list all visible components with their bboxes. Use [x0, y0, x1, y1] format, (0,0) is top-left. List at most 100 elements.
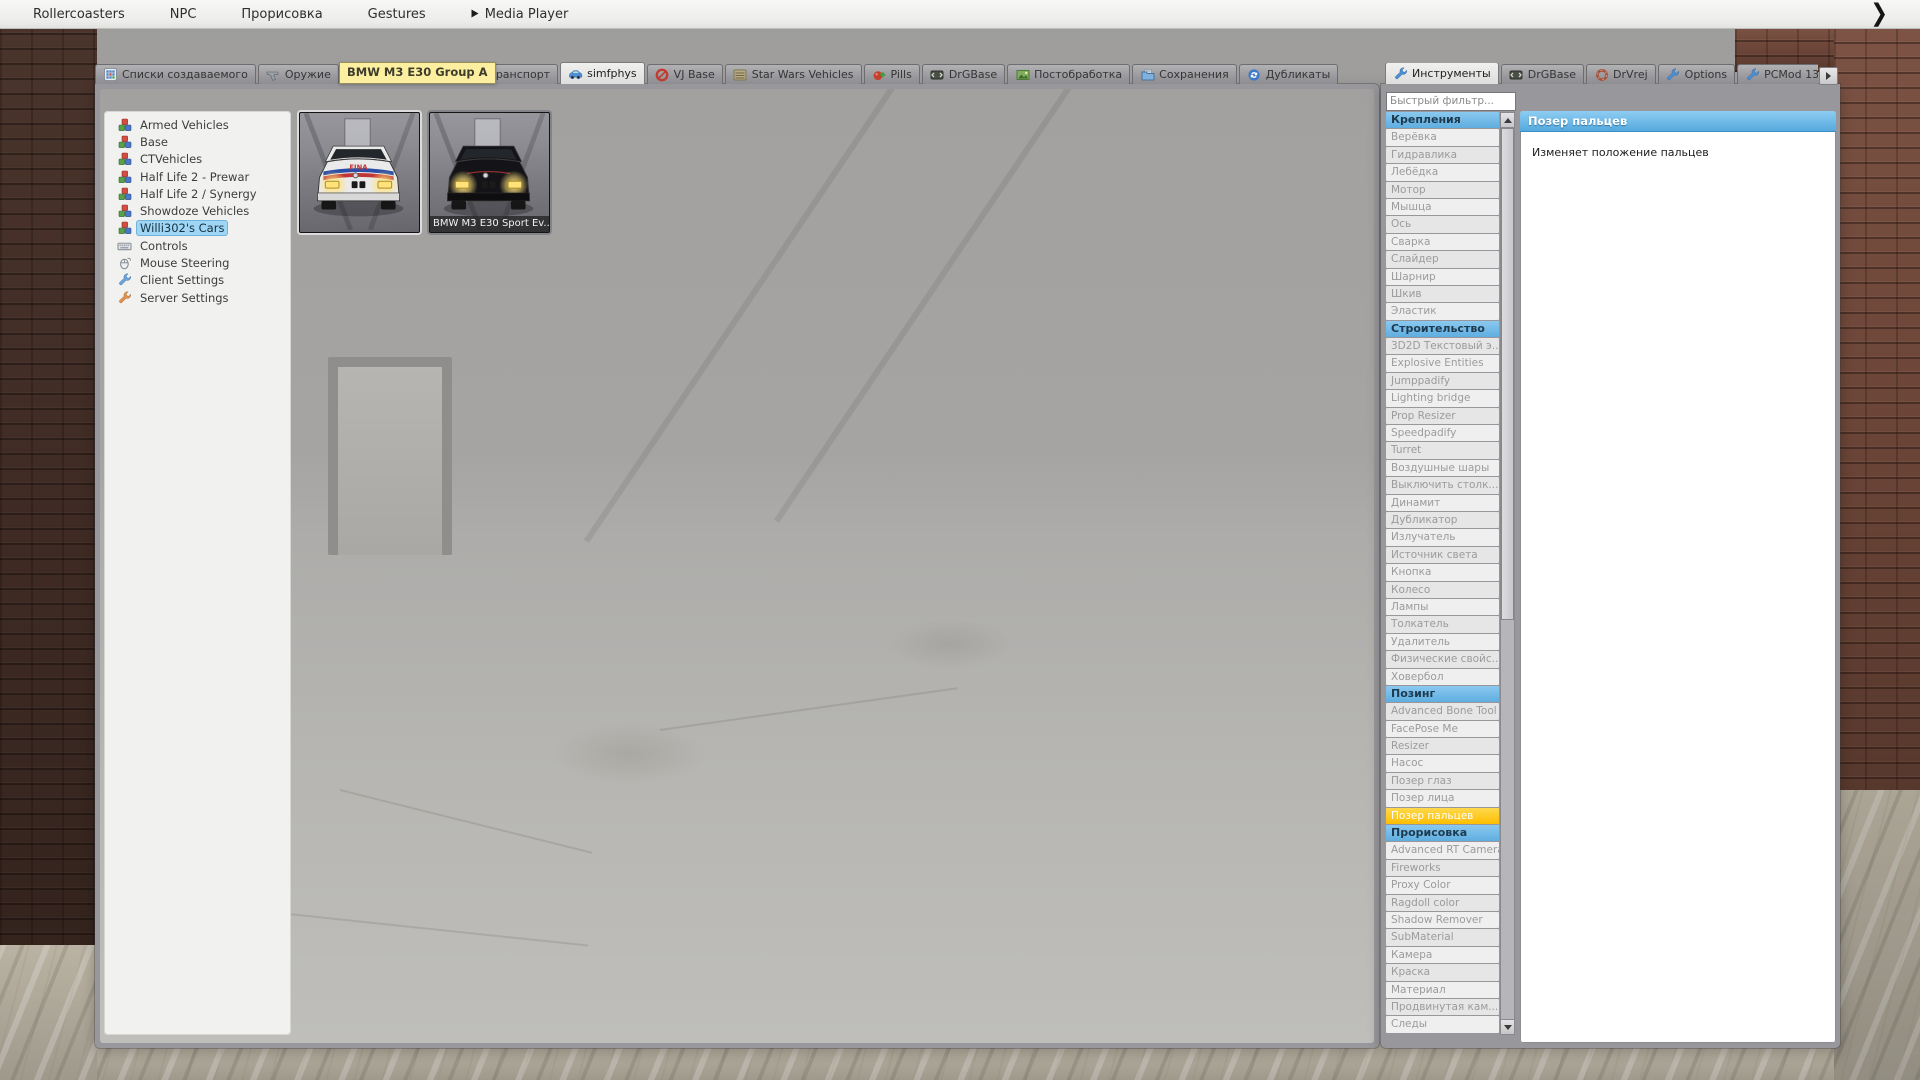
tool-item-advanced-bone-tool[interactable]: Advanced Bone Tool [1386, 703, 1499, 719]
chevron-right-icon[interactable]: ❯ [1870, 0, 1888, 27]
menubar-item-rollercoasters[interactable]: Rollercoasters [33, 7, 125, 22]
sidebar-item-mouse-steering[interactable]: Mouse Steering [108, 254, 287, 271]
tab-scroll-right-button[interactable] [1819, 67, 1838, 85]
tool-item-lighting-bridge[interactable]: Lighting bridge [1386, 390, 1499, 406]
tool-item-turret[interactable]: Turret [1386, 442, 1499, 458]
tool-item-кнопка[interactable]: Кнопка [1386, 564, 1499, 580]
tool-item-краска[interactable]: Краска [1386, 964, 1499, 980]
menubar-item-gestures[interactable]: Gestures [368, 7, 426, 22]
tool-filter-input[interactable] [1386, 92, 1516, 111]
tool-item-prop-resizer[interactable]: Prop Resizer [1386, 408, 1499, 424]
tool-item-resizer[interactable]: Resizer [1386, 738, 1499, 754]
tab-постобработка[interactable]: Постобработка [1007, 64, 1130, 84]
sidebar-item-controls[interactable]: Controls [108, 237, 287, 254]
tool-item-позер-пальцев[interactable]: Позер пальцев [1386, 808, 1499, 824]
tab-options[interactable]: Options [1658, 64, 1735, 84]
tab-инструменты[interactable]: Инструменты [1385, 63, 1499, 84]
tool-item-proxy-color[interactable]: Proxy Color [1386, 877, 1499, 893]
tool-item-источник-света[interactable]: Источник света [1386, 547, 1499, 563]
tab-дубликаты[interactable]: Дубликаты [1239, 64, 1339, 84]
tool-item-воздушные-шары[interactable]: Воздушные шары [1386, 460, 1499, 476]
tool-item-jumppadify[interactable]: Jumppadify [1386, 373, 1499, 389]
tool-item-позер-лица[interactable]: Позер лица [1386, 790, 1499, 806]
tool-item-выключить-столк[interactable]: Выключить столк... [1386, 477, 1499, 493]
tool-item-материал[interactable]: Материал [1386, 982, 1499, 998]
tab-сохранения[interactable]: Сохранения [1132, 64, 1237, 84]
tool-item-шарнир[interactable]: Шарнир [1386, 269, 1499, 285]
tool-category-крепления[interactable]: Крепления [1386, 112, 1499, 128]
tool-item-позер-глаз[interactable]: Позер глаз [1386, 773, 1499, 789]
sidebar-item-label: Client Settings [137, 273, 227, 287]
tool-item-шкив[interactable]: Шкив [1386, 286, 1499, 302]
tool-item-гидравлика[interactable]: Гидравлика [1386, 147, 1499, 163]
tool-item-fireworks[interactable]: Fireworks [1386, 860, 1499, 876]
tool-item-толкатель[interactable]: Толкатель [1386, 616, 1499, 632]
spawn-icon-bmw-white[interactable]: FINA [299, 112, 420, 233]
tool-item-speedpadify[interactable]: Speedpadify [1386, 425, 1499, 441]
scrollbar-thumb[interactable] [1501, 128, 1514, 620]
tool-category-прорисовка[interactable]: Прорисовка [1386, 825, 1499, 841]
tool-category-позинг[interactable]: Позинг [1386, 686, 1499, 702]
tool-item-ховербол[interactable]: Ховербол [1386, 669, 1499, 685]
dupes-icon [1247, 68, 1262, 82]
menubar-item-npc[interactable]: NPC [170, 7, 197, 22]
sidebar-item-server-settings[interactable]: Server Settings [108, 289, 287, 306]
menubar-item-label: Прорисовка [241, 7, 322, 22]
tool-item-мотор[interactable]: Мотор [1386, 182, 1499, 198]
tool-item-колесо[interactable]: Колесо [1386, 582, 1499, 598]
tool-item-следы[interactable]: Следы [1386, 1016, 1499, 1032]
sidebar-item-base[interactable]: Base [108, 133, 287, 150]
tool-item-удалитель[interactable]: Удалитель [1386, 634, 1499, 650]
brick-wall-left [0, 26, 97, 950]
tool-item-shadow-remover[interactable]: Shadow Remover [1386, 912, 1499, 928]
tool-item-лебёдка[interactable]: Лебёдка [1386, 164, 1499, 180]
tool-item-лампы[interactable]: Лампы [1386, 599, 1499, 615]
tool-item-сварка[interactable]: Сварка [1386, 234, 1499, 250]
tool-item-submaterial[interactable]: SubMaterial [1386, 929, 1499, 945]
spawn-icon-bmw-black[interactable]: BMW M3 E30 Sport Ev... [429, 112, 550, 233]
vj-icon [655, 68, 670, 82]
tool-list-scrollbar[interactable] [1500, 112, 1515, 1035]
menubar-item-прорисовка[interactable]: Прорисовка [241, 7, 322, 22]
tool-item-камера[interactable]: Камера [1386, 947, 1499, 963]
tab-pills[interactable]: Pills [864, 64, 920, 84]
tab-drvrej[interactable]: DrVrej [1586, 64, 1656, 84]
tab-списки-создаваемого[interactable]: Списки создаваемого [95, 64, 256, 84]
menubar-item-media-player[interactable]: Media Player [471, 7, 569, 22]
scrollbar-up-button[interactable] [1501, 113, 1514, 128]
tool-item-насос[interactable]: Насос [1386, 755, 1499, 771]
tab-оружие[interactable]: Оружие [258, 64, 339, 84]
tool-item-ось[interactable]: Ось [1386, 216, 1499, 232]
sidebar-item-client-settings[interactable]: Client Settings [108, 272, 287, 289]
sidebar-item-armed-vehicles[interactable]: Armed Vehicles [108, 116, 287, 133]
sidebar-item-willi302-s-cars[interactable]: Willi302's Cars [108, 220, 287, 237]
tool-item-эластик[interactable]: Эластик [1386, 303, 1499, 319]
tool-item-динамит[interactable]: Динамит [1386, 495, 1499, 511]
tool-item-дубликатор[interactable]: Дубликатор [1386, 512, 1499, 528]
tab-vj-base[interactable]: VJ Base [647, 64, 723, 84]
tool-category-строительство[interactable]: Строительство [1386, 321, 1499, 337]
tool-item-3d2d-текстовый-э[interactable]: 3D2D Текстовый э... [1386, 338, 1499, 354]
sidebar-item-half-life-2-prewar[interactable]: Half Life 2 - Prewar [108, 168, 287, 185]
tool-item-верёвка[interactable]: Верёвка [1386, 129, 1499, 145]
tab-drgbase[interactable]: DrGBase [1501, 64, 1584, 84]
tab-pcmod-13[interactable]: PCMod 13 [1737, 64, 1818, 84]
tool-item-facepose-me[interactable]: FacePose Me [1386, 721, 1499, 737]
tab-label: Постобработка [1034, 68, 1122, 81]
tab-simfphys[interactable]: simfphys [560, 62, 645, 84]
tab-star-wars-vehicles[interactable]: Star Wars Vehicles [725, 64, 862, 84]
sidebar-item-showdoze-vehicles[interactable]: Showdoze Vehicles [108, 202, 287, 219]
tool-item-мышца[interactable]: Мышца [1386, 199, 1499, 215]
tool-item-ragdoll-color[interactable]: Ragdoll color [1386, 895, 1499, 911]
tab-drgbase[interactable]: DrGBase [922, 64, 1005, 84]
tool-item-излучатель[interactable]: Излучатель [1386, 529, 1499, 545]
scrollbar-down-button[interactable] [1501, 1019, 1514, 1034]
sidebar-item-ctvehicles[interactable]: CTVehicles [108, 151, 287, 168]
tool-menu-body: КрепленияВерёвка ГидравликаЛебёдка МоторМы… [1381, 84, 1840, 1048]
tool-item-advanced-rt-camera[interactable]: Advanced RT Camera [1386, 842, 1499, 858]
tool-item-продвинутая-кам[interactable]: Продвинутая кам... [1386, 999, 1499, 1015]
tool-item-слайдер[interactable]: Слайдер [1386, 251, 1499, 267]
tool-item-физические-свойс[interactable]: Физические свойс... [1386, 651, 1499, 667]
sidebar-item-half-life-2-synergy[interactable]: Half Life 2 / Synergy [108, 185, 287, 202]
tool-item-explosive-entities[interactable]: Explosive Entities [1386, 355, 1499, 371]
